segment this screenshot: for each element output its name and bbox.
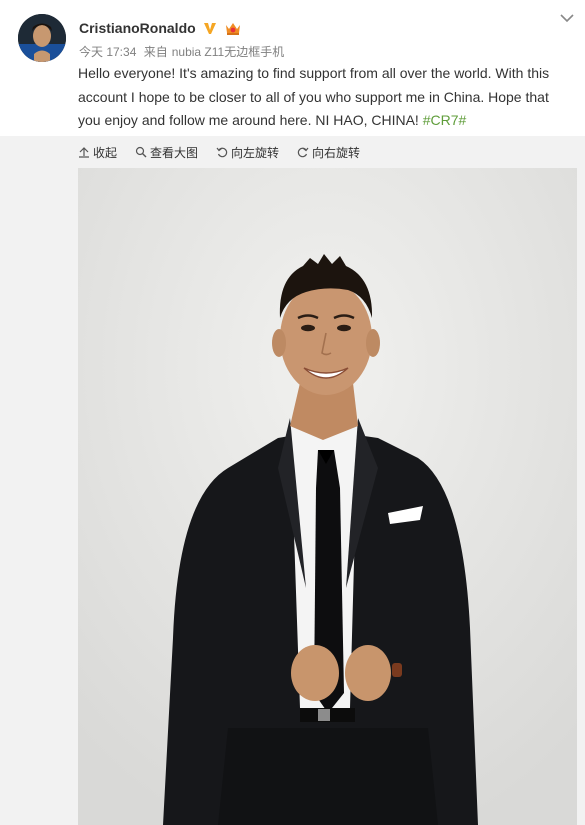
- post-meta: 今天 17:34 来自 nubia Z11无边框手机: [79, 43, 288, 60]
- weibo-post: CristianoRonaldo 今天 17:34 来自 nubia Z11无边…: [0, 0, 585, 825]
- media-area: 收起 查看大图 向左旋转 向右旋转: [0, 136, 585, 825]
- post-header: CristianoRonaldo 今天 17:34 来自 nubia Z11无边…: [0, 0, 585, 136]
- rotate-right-label: 向右旋转: [312, 145, 361, 160]
- post-body: Hello everyone! It's amazing to find sup…: [78, 65, 550, 128]
- rotate-left-icon: [216, 147, 228, 158]
- rotate-left-label: 向左旋转: [231, 145, 280, 160]
- hashtag-link[interactable]: #CR7#: [423, 112, 467, 128]
- verified-v-icon[interactable]: [202, 20, 218, 36]
- chevron-down-icon[interactable]: [559, 12, 575, 24]
- rotate-right-button[interactable]: 向右旋转: [297, 144, 360, 161]
- name-row: CristianoRonaldo: [79, 17, 242, 39]
- view-large-label: 查看大图: [150, 145, 199, 160]
- crown-icon[interactable]: [224, 20, 242, 36]
- media-toolbar: 收起 查看大图 向左旋转 向右旋转: [78, 143, 378, 161]
- collapse-icon: [79, 147, 89, 158]
- avatar[interactable]: [18, 14, 66, 62]
- source-prefix: 来自: [143, 45, 168, 59]
- rotate-left-button[interactable]: 向左旋转: [216, 144, 279, 161]
- photo-portrait: [78, 168, 577, 825]
- rotate-right-icon: [297, 147, 309, 158]
- post-text: Hello everyone! It's amazing to find sup…: [78, 62, 573, 133]
- view-large-button[interactable]: 查看大图: [135, 144, 198, 161]
- post-time[interactable]: 今天 17:34: [79, 45, 136, 59]
- collapse-button[interactable]: 收起: [78, 144, 117, 161]
- post-photo[interactable]: [78, 168, 577, 825]
- username[interactable]: CristianoRonaldo: [79, 20, 196, 36]
- collapse-label: 收起: [93, 145, 118, 160]
- search-icon: [135, 146, 147, 158]
- avatar-image: [18, 14, 66, 62]
- post-source[interactable]: nubia Z11无边框手机: [172, 45, 284, 59]
